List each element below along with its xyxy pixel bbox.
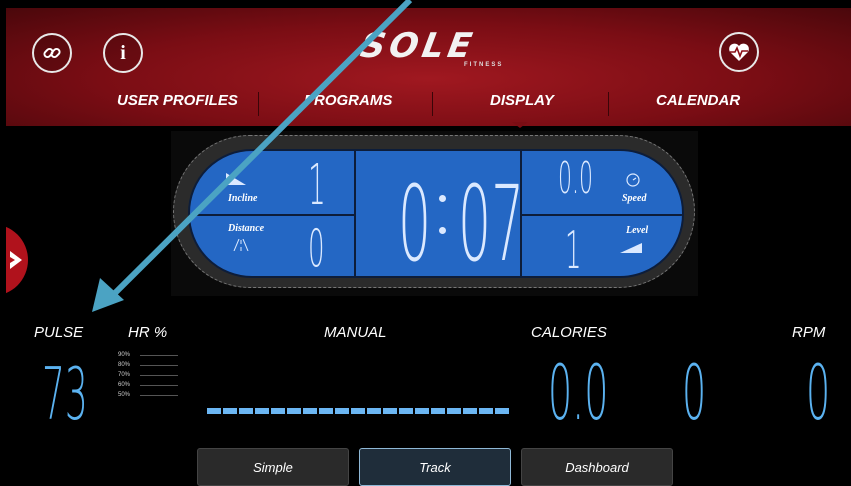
annotation-arrow [92,0,413,312]
